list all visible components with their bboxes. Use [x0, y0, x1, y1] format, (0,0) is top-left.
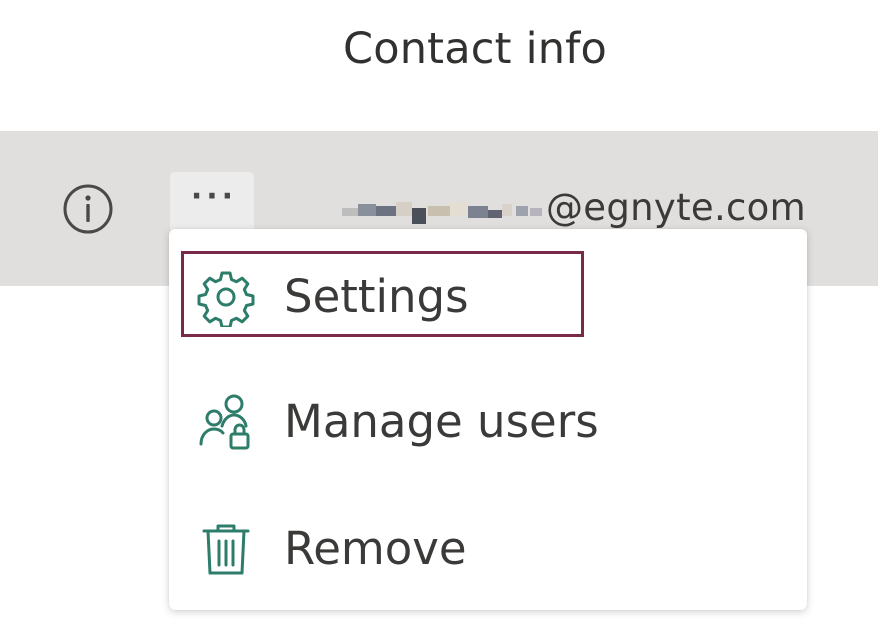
- menu-item-manage-users[interactable]: Manage users: [169, 374, 807, 464]
- menu-item-label: Manage users: [284, 395, 599, 448]
- context-menu: Settings Manage users Remove: [169, 229, 807, 610]
- info-icon[interactable]: [62, 183, 114, 235]
- email-domain: @egnyte.com: [546, 185, 806, 229]
- more-options-icon: ···: [190, 179, 238, 214]
- gear-icon: [197, 271, 255, 327]
- menu-item-settings[interactable]: Settings: [169, 249, 807, 339]
- redacted-email-username: [336, 188, 544, 226]
- menu-item-remove[interactable]: Remove: [169, 501, 807, 591]
- page-title: Contact info: [343, 24, 608, 74]
- menu-item-label: Settings: [284, 270, 469, 323]
- trash-icon: [202, 524, 250, 575]
- contact-email: @egnyte.com: [336, 182, 806, 232]
- menu-item-label: Remove: [284, 522, 467, 575]
- more-options-button[interactable]: ···: [170, 172, 254, 232]
- manage-users-icon: [199, 394, 250, 450]
